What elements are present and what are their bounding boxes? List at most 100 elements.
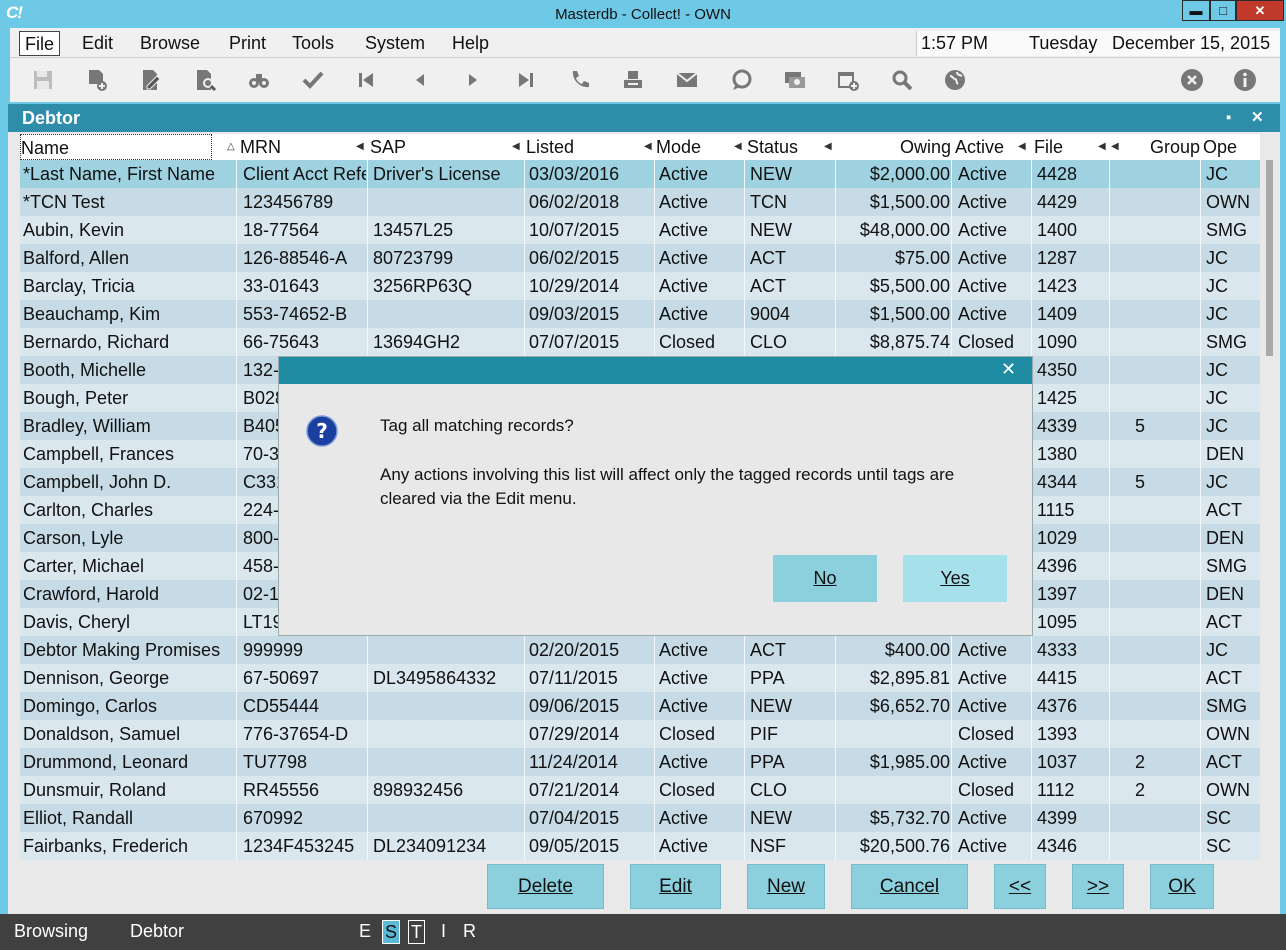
menu-tools[interactable]: Tools — [287, 31, 339, 56]
last-icon[interactable] — [511, 65, 541, 95]
header-mrn[interactable]: MRN — [240, 134, 360, 160]
header-sap[interactable]: SAP — [370, 134, 490, 160]
new-button[interactable]: New — [747, 864, 825, 909]
table-row[interactable]: Debtor Making Promises 999999 02/20/2015 Ac… — [20, 636, 1260, 664]
header-status[interactable]: Status — [747, 134, 827, 160]
header-operator[interactable]: Ope — [1203, 134, 1259, 160]
panel-restore-button[interactable]: ▪ — [1226, 104, 1231, 132]
previous-icon[interactable] — [405, 65, 435, 95]
calendar-add-icon[interactable] — [833, 65, 863, 95]
column-divider — [236, 496, 237, 524]
table-row[interactable]: *TCN Test 123456789 06/02/2018 Active TCN $1,… — [20, 188, 1260, 216]
table-row[interactable]: Bernardo, Richard 66-75643 13694GH2 07/07/2… — [20, 328, 1260, 356]
column-divider — [1031, 244, 1032, 272]
minimize-button[interactable]: ▬ — [1182, 0, 1210, 21]
cell-status: PIF — [750, 724, 779, 744]
info-icon[interactable] — [1230, 65, 1260, 95]
print-icon[interactable] — [618, 65, 648, 95]
column-divider — [1200, 720, 1201, 748]
header-mode[interactable]: Mode — [656, 134, 736, 160]
column-divider — [1031, 776, 1032, 804]
header-active[interactable]: Active — [955, 134, 1025, 160]
cell-name: Crawford, Harold — [23, 584, 160, 604]
column-divider — [367, 300, 368, 328]
cell-operator: SMG — [1206, 556, 1248, 576]
cell-mrn: RR45556 — [243, 780, 320, 800]
table-row[interactable]: Dennison, George 67-50697 DL3495864332 07/1… — [20, 664, 1260, 692]
sort-icon: ◀ — [644, 141, 652, 152]
column-divider — [236, 160, 237, 188]
cell-group — [1135, 832, 1165, 860]
panel-close-button[interactable]: ✕ — [1251, 104, 1264, 132]
header-owing[interactable]: Owing — [838, 134, 951, 160]
table-row[interactable]: Barclay, Tricia 33-01643 3256RP63Q 10/29/20… — [20, 272, 1260, 300]
edit-record-icon[interactable] — [136, 65, 166, 95]
column-divider — [835, 244, 836, 272]
menu-browse[interactable]: Browse — [135, 31, 205, 56]
binoculars-icon[interactable] — [244, 65, 274, 95]
header-listed[interactable]: Listed — [526, 134, 636, 160]
cell-listed: 09/06/2015 — [529, 696, 620, 716]
table-row[interactable]: *Last Name, First Name Client Acct Refere… — [20, 160, 1260, 188]
cell-listed: 07/07/2015 — [529, 332, 620, 352]
cell-file: 1393 — [1037, 724, 1078, 744]
close-window-button[interactable]: ✕ — [1236, 0, 1284, 21]
next-page-button[interactable]: >> — [1072, 864, 1124, 909]
table-row[interactable]: Drummond, Leonard TU7798 11/24/2014 Active P… — [20, 748, 1260, 776]
no-button[interactable]: No — [773, 555, 877, 602]
table-row[interactable]: Balford, Allen 126-88546-A 80723799 06/02/2… — [20, 244, 1260, 272]
column-divider — [744, 748, 745, 776]
delete-button[interactable]: Delete — [487, 864, 604, 909]
scroll-thumb[interactable] — [1266, 160, 1273, 356]
table-row[interactable]: Beauchamp, Kim 553-74652-B 09/03/2015 Activ… — [20, 300, 1260, 328]
vertical-scrollbar[interactable] — [1262, 134, 1276, 860]
yes-button[interactable]: Yes — [903, 555, 1007, 602]
cell-name: Campbell, John D. — [23, 472, 172, 492]
table-row[interactable]: Donaldson, Samuel 776-37654-D 07/29/2014 Cl… — [20, 720, 1260, 748]
table-row[interactable]: Dunsmuir, Roland RR45556 898932456 07/21/20… — [20, 776, 1260, 804]
cell-group: 2 — [1135, 752, 1146, 772]
dialog-close-button[interactable]: ✕ — [1001, 359, 1016, 380]
cell-file: 4396 — [1037, 556, 1078, 576]
maximize-button[interactable]: □ — [1210, 0, 1236, 21]
edit-button[interactable]: Edit — [630, 864, 721, 909]
cancel-button[interactable]: Cancel — [851, 864, 968, 909]
column-divider — [951, 160, 952, 188]
column-divider — [236, 440, 237, 468]
cell-file: 1425 — [1037, 388, 1078, 408]
header-name[interactable]: Name — [20, 134, 212, 160]
web-icon[interactable] — [940, 65, 970, 95]
table-row[interactable]: Aubin, Kevin 18-77564 13457L25 10/07/2015 Ac… — [20, 216, 1260, 244]
next-icon[interactable] — [458, 65, 488, 95]
cell-operator: JC — [1206, 640, 1228, 660]
column-divider — [835, 328, 836, 356]
ok-button[interactable]: OK — [1150, 864, 1214, 909]
table-row[interactable]: Fairbanks, Frederich 1234F453245 DL2340912… — [20, 832, 1260, 860]
cell-owing: $1,500.00 — [869, 192, 950, 212]
menu-edit[interactable]: Edit — [77, 31, 118, 56]
column-divider — [951, 664, 952, 692]
search-icon[interactable] — [887, 65, 917, 95]
menu-help[interactable]: Help — [447, 31, 494, 56]
payment-icon[interactable] — [780, 65, 810, 95]
menu-file[interactable]: File — [19, 31, 61, 56]
previous-page-button[interactable]: << — [994, 864, 1046, 909]
cell-mrn: 1234F453245 — [243, 836, 355, 856]
column-divider — [367, 804, 368, 832]
close-circle-icon[interactable] — [1177, 65, 1207, 95]
mail-icon[interactable] — [672, 65, 702, 95]
table-row[interactable]: Elliot, Randall 670992 07/04/2015 Active NEW… — [20, 804, 1260, 832]
header-group[interactable]: Group — [1124, 134, 1200, 160]
cell-name: Donaldson, Samuel — [23, 724, 181, 744]
menu-print[interactable]: Print — [224, 31, 271, 56]
chat-icon[interactable] — [726, 65, 756, 95]
phone-icon[interactable] — [565, 65, 595, 95]
first-icon[interactable] — [351, 65, 381, 95]
menu-system[interactable]: System — [360, 31, 430, 56]
header-file[interactable]: File — [1034, 134, 1094, 160]
save-icon[interactable] — [28, 65, 58, 95]
table-row[interactable]: Domingo, Carlos CD55444 09/06/2015 Active NE… — [20, 692, 1260, 720]
new-record-icon[interactable] — [82, 65, 112, 95]
check-icon[interactable] — [298, 65, 328, 95]
search-record-icon[interactable] — [190, 65, 220, 95]
